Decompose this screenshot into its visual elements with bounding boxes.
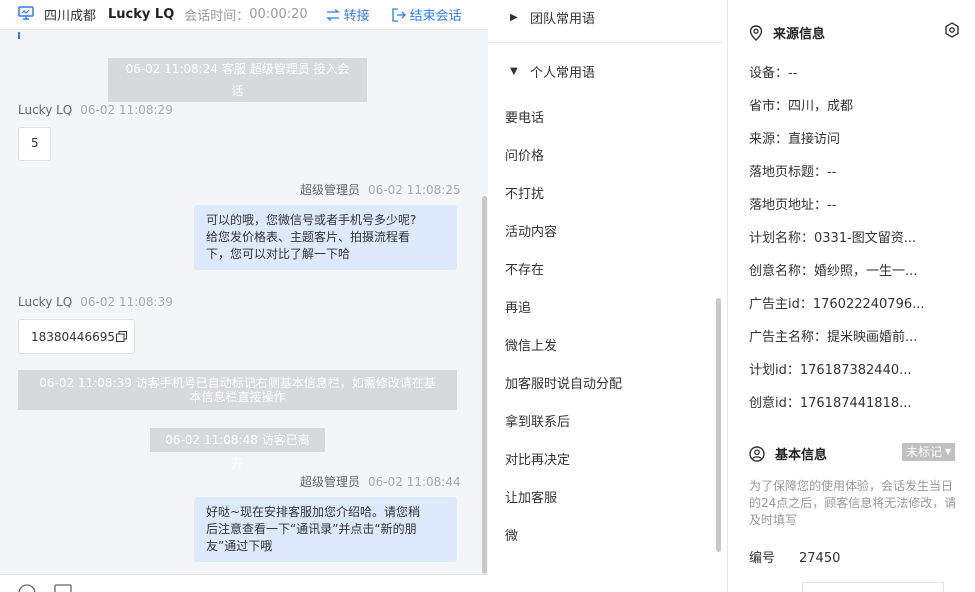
- caret-down-icon: ▼: [510, 66, 518, 77]
- chat-header: 四川成都 Lucky LQ 会话时间： 00:00:20 转接 结束会话: [0, 0, 488, 30]
- system-message: 06-02 11:08:39 访客手机号已自动标记右侧基本信息栏，如需修改请在基…: [18, 370, 457, 410]
- quick-phrases-panel: ▶ 团队常用语 ▼ 个人常用语 要电话 问价格 不打扰 活动内容 不存在 再追 …: [488, 0, 728, 592]
- exit-icon: [392, 7, 406, 22]
- transfer-icon: [325, 8, 340, 21]
- visitor-message: 5: [18, 127, 51, 161]
- end-session-label: 结束会话: [409, 9, 462, 24]
- user-circle-icon: [749, 445, 765, 462]
- emoji-icon[interactable]: [18, 584, 36, 592]
- caret-down-icon: ▼: [945, 447, 952, 456]
- chat-panel: 四川成都 Lucky LQ 会话时间： 00:00:20 转接 结束会话 06-…: [0, 0, 488, 592]
- phrase-item[interactable]: 加客服时说自动分配: [505, 373, 622, 392]
- phrase-item[interactable]: 再追: [505, 297, 531, 316]
- message-sender: 超级管理员 06-02 11:08:25: [300, 183, 461, 197]
- team-phrases-group[interactable]: ▶ 团队常用语: [510, 8, 595, 27]
- source-advertiser-name: 广告主名称：提米映画婚前...: [749, 330, 918, 345]
- phrase-item[interactable]: 活动内容: [505, 221, 557, 240]
- image-icon[interactable]: [54, 584, 72, 592]
- message-sender: Lucky LQ 06-02 11:08:39: [18, 295, 173, 309]
- scroll-indicator: [18, 32, 20, 39]
- source-origin: 来源：直接访问: [749, 132, 841, 147]
- source-landing-title: 落地页标题：--: [749, 165, 837, 180]
- settings-icon[interactable]: [944, 22, 960, 42]
- tag-dropdown[interactable]: 未标记 ▼: [902, 443, 956, 461]
- message-sender: 超级管理员 06-02 11:08:44: [300, 475, 461, 489]
- divider: [488, 42, 722, 43]
- phrase-item[interactable]: 让加客服: [505, 487, 557, 506]
- visitor-number: 编号 27450: [749, 551, 841, 566]
- visitor-name: Lucky LQ: [108, 7, 175, 22]
- visitor-location: 四川成都: [44, 9, 97, 24]
- chat-scrollbar[interactable]: [482, 196, 487, 574]
- transfer-label: 转接: [343, 9, 370, 24]
- source-province: 省市：四川，成都: [749, 99, 854, 114]
- phrase-item[interactable]: 要电话: [505, 107, 544, 126]
- phrase-item[interactable]: 不打扰: [505, 183, 544, 202]
- phone-number: 18380446695: [31, 329, 115, 344]
- phrases-scrollbar[interactable]: [716, 298, 721, 552]
- personal-phrases-group[interactable]: ▼ 个人常用语: [510, 62, 595, 81]
- agent-message: 可以的哦，您微信号或者手机号多少呢? 给您发价格表、主题客片、拍摄流程看 下，您…: [194, 205, 457, 270]
- source-advertiser-id: 广告主id：176022240796...: [749, 297, 925, 312]
- phrase-item[interactable]: 问价格: [505, 145, 544, 164]
- system-message: 06-02 11:08:48 访客已离开: [150, 428, 325, 471]
- system-message: 06-02 11:08:24 客服 超级管理员 接入会话: [108, 58, 367, 102]
- edit-notice: 为了保障您的使用体验，会话发生当日的24点之后，顾客信息将无法修改，请及时填写: [749, 479, 957, 527]
- phrase-item[interactable]: 拿到联系后: [505, 411, 570, 430]
- location-pin-icon: [749, 24, 763, 41]
- chat-toolbar: [0, 574, 488, 592]
- basic-info-title: 基本信息: [749, 444, 827, 463]
- phrase-item[interactable]: 不存在: [505, 259, 544, 278]
- copy-icon[interactable]: [115, 331, 127, 342]
- source-plan-id: 计划id：176187382440...: [749, 363, 912, 378]
- phrase-item[interactable]: 对比再决定: [505, 449, 570, 468]
- session-time-label: 会话时间：: [184, 9, 250, 24]
- source-landing-url: 落地页地址：--: [749, 198, 837, 213]
- transfer-button[interactable]: 转接: [325, 5, 370, 24]
- source-info-title: 来源信息: [749, 23, 825, 42]
- session-time-value: 00:00:20: [249, 7, 308, 22]
- source-creative-id: 创意id：176187441818...: [749, 396, 912, 411]
- agent-message: 好哒~现在安排客服加您介绍哈。请您稍 后注意查看一下“通讯录”并点击“新的朋 友…: [194, 497, 457, 562]
- source-device: 设备：--: [749, 66, 798, 81]
- message-sender: Lucky LQ 06-02 11:08:29: [18, 103, 173, 117]
- next-field-input[interactable]: [802, 582, 944, 592]
- monitor-icon: [18, 5, 34, 24]
- caret-right-icon: ▶: [510, 12, 518, 23]
- source-plan-name: 计划名称：0331-图文留资...: [749, 231, 917, 246]
- visitor-info-panel: 来源信息 设备：-- 省市：四川，成都 来源：直接访问 落地页标题：-- 落地页…: [729, 0, 975, 592]
- phrase-item[interactable]: 微信上发: [505, 335, 557, 354]
- phrase-item[interactable]: 微: [505, 525, 518, 544]
- visitor-message: 18380446695: [18, 319, 135, 354]
- source-creative-name: 创意名称：婚纱照，一生一...: [749, 264, 918, 279]
- end-session-button[interactable]: 结束会话: [392, 5, 462, 24]
